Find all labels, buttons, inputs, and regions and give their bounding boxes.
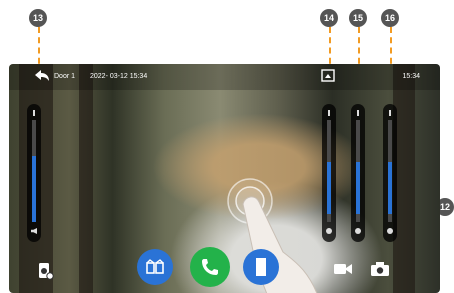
contrast-fill bbox=[356, 162, 360, 214]
gate-icon bbox=[146, 259, 164, 274]
callout-16: 16 bbox=[381, 9, 399, 27]
slider-top-marker bbox=[33, 110, 35, 116]
capture-icon[interactable] bbox=[321, 69, 335, 82]
video-icon bbox=[334, 264, 352, 274]
date-time: 2022- 03-12 15:34 bbox=[90, 73, 148, 80]
door-icon bbox=[256, 258, 266, 276]
back-arrow-icon bbox=[35, 70, 49, 81]
door-label: Door 1 bbox=[54, 73, 76, 80]
monitor-button[interactable] bbox=[36, 261, 56, 281]
monitor-icon bbox=[39, 263, 54, 280]
back-button[interactable] bbox=[33, 68, 51, 84]
volume-fill bbox=[32, 156, 36, 222]
volume-slider[interactable] bbox=[27, 104, 41, 242]
phone-icon bbox=[202, 259, 218, 275]
callout-15: 15 bbox=[349, 9, 367, 27]
slider-top-marker bbox=[389, 110, 391, 116]
video-screen[interactable]: Door 1 2022- 03-12 15:34 15:34 bbox=[9, 64, 440, 293]
color-fill bbox=[388, 162, 392, 214]
snapshot-button[interactable] bbox=[370, 261, 390, 277]
color-slider[interactable] bbox=[383, 104, 397, 242]
callout-14: 14 bbox=[320, 9, 338, 27]
unlock-gate-button[interactable] bbox=[137, 249, 173, 285]
volume-low-icon bbox=[31, 228, 37, 234]
answer-call-button[interactable] bbox=[190, 247, 230, 287]
record-button[interactable] bbox=[333, 262, 353, 276]
contrast-icon bbox=[355, 228, 361, 234]
color-icon bbox=[387, 228, 393, 234]
callout-13: 13 bbox=[29, 9, 47, 27]
slider-top-marker bbox=[357, 110, 359, 116]
slider-top-marker bbox=[328, 110, 330, 116]
background-tree bbox=[79, 64, 93, 293]
touch-gesture-icon bbox=[227, 178, 318, 293]
top-bar: Door 1 2022- 03-12 15:34 15:34 bbox=[9, 64, 440, 90]
door-button[interactable] bbox=[243, 249, 279, 285]
camera-icon bbox=[371, 262, 389, 276]
contrast-slider[interactable] bbox=[351, 104, 365, 242]
clock-time: 15:34 bbox=[402, 73, 420, 80]
